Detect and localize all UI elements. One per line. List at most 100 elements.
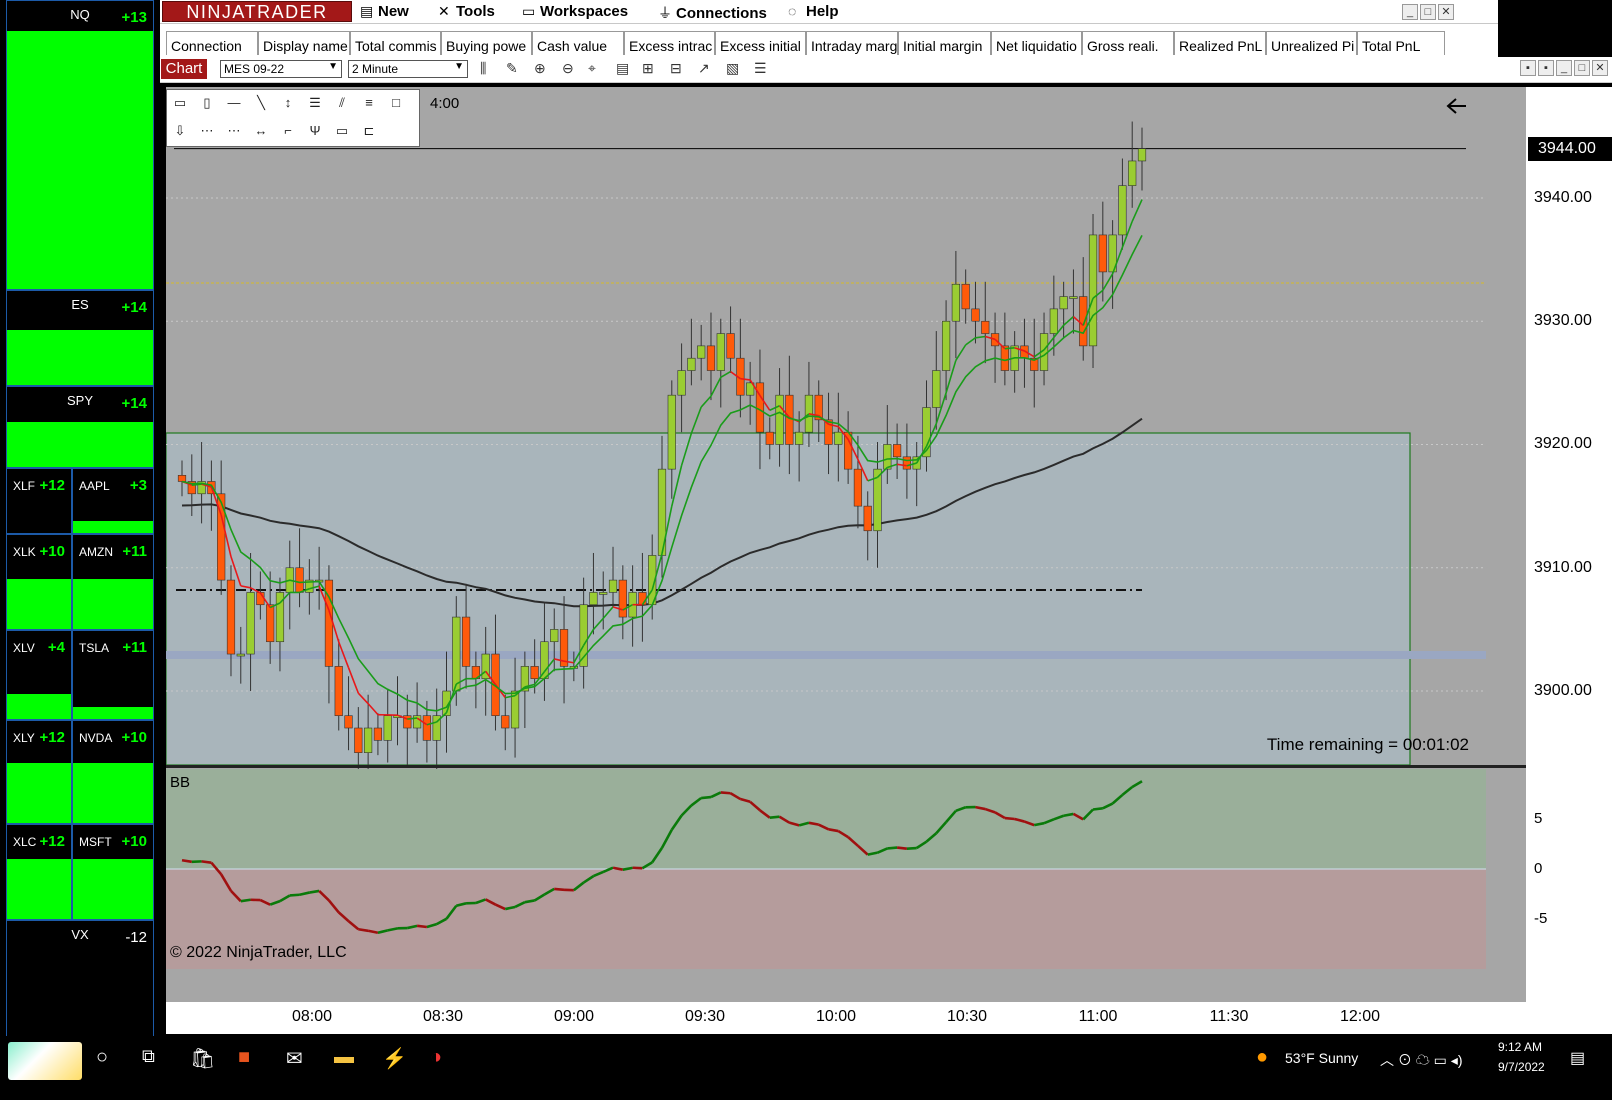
candle (638, 592, 647, 606)
zoom-out-icon[interactable]: ⊖ (562, 60, 574, 77)
price-chart[interactable]: Time remaining = 00:01:02 BB © 2022 NinjaT… (166, 87, 1526, 1031)
tile-msft[interactable]: MSFT +10 (72, 824, 154, 920)
draw-pencil-icon[interactable]: ✎ (506, 60, 518, 77)
window-option-button[interactable]: ▪ (1538, 60, 1554, 76)
indicator-tick-label: 5 (1534, 810, 1543, 827)
tile-nq[interactable]: NQ +13 (6, 0, 154, 182)
column-header[interactable]: Realized PnL (1174, 31, 1266, 55)
extended-line-icon[interactable]: ⋯ (223, 120, 245, 142)
tile-es[interactable]: ES +14 (6, 290, 154, 386)
tile-xlk[interactable]: XLK +10 (6, 534, 72, 630)
column-header[interactable]: Intraday marg (806, 31, 898, 55)
rectangle-icon[interactable]: □ (385, 92, 407, 114)
tile-nvda[interactable]: NVDA +10 (72, 720, 154, 824)
instrument-select[interactable]: MES 09-22 ▼ (220, 60, 342, 78)
region-icon[interactable]: ⋯ (196, 120, 218, 142)
channel-icon[interactable]: ⫽ (331, 92, 353, 114)
start-button[interactable] (8, 1042, 82, 1080)
properties-icon[interactable]: ▤ (616, 60, 629, 77)
bar-type-icon[interactable]: ⫼ (480, 60, 486, 77)
column-header[interactable]: Excess intrac (624, 31, 715, 55)
office-icon[interactable]: ■ (238, 1046, 250, 1069)
menu-new[interactable]: ▤ New (360, 3, 409, 20)
ray-icon[interactable]: ╲ (250, 92, 272, 114)
chart-panel[interactable]: Time remaining = 00:01:02 BB © 2022 NinjaT… (166, 87, 1526, 1031)
tile-spy[interactable]: SPY +14 (6, 386, 154, 468)
store-icon[interactable]: 🛍 (190, 1046, 215, 1071)
weather-text[interactable]: 53°F Sunny (1285, 1050, 1358, 1066)
tile-xlv[interactable]: XLV +4 (6, 630, 72, 720)
box-icon[interactable]: ▭ (331, 120, 353, 142)
tile-symbol: XLV (13, 641, 35, 655)
window-option-button[interactable]: ▪ (1520, 60, 1536, 76)
zoom-in-icon[interactable]: ⊕ (534, 60, 546, 77)
folder-icon[interactable]: ▬ (334, 1046, 354, 1069)
column-header[interactable]: Buying powe (441, 31, 532, 55)
horizontal-line-icon[interactable]: ↔ (250, 120, 272, 142)
pitchfork-icon[interactable]: Ψ (304, 120, 326, 142)
column-header[interactable]: Excess initial (715, 31, 806, 55)
interval-select[interactable]: 2 Minute ▼ (348, 60, 468, 78)
line-icon[interactable]: — (223, 92, 245, 114)
menu-tools[interactable]: ✕ Tools (438, 3, 495, 20)
minimize-button[interactable]: _ (1556, 60, 1572, 76)
column-header[interactable]: Gross reali. (1082, 31, 1174, 55)
tile-xlc[interactable]: XLC +12 (6, 824, 72, 920)
menu-workspaces[interactable]: ▭ Workspaces (522, 3, 628, 20)
column-header[interactable]: Cash value (532, 31, 624, 55)
search-icon[interactable]: ○ (96, 1046, 108, 1069)
close-button[interactable]: ✕ (1438, 4, 1454, 20)
time-axis[interactable]: 08:00 08:30 09:00 09:30 10:00 10:30 11:00 11:30… (166, 1002, 1612, 1034)
retracement-icon[interactable]: ≡ (358, 92, 380, 114)
vertical-line-icon[interactable]: ↕ (277, 92, 299, 114)
column-header[interactable]: Display name (258, 31, 350, 55)
column-header[interactable]: Total PnL (1357, 31, 1445, 55)
task-view-icon[interactable]: ⧉ (142, 1046, 155, 1067)
close-button[interactable]: ✕ (1592, 60, 1608, 76)
strategies-icon[interactable]: ↗ (698, 60, 710, 77)
time-remaining-text: Time remaining = 00:01:02 (1267, 735, 1469, 754)
back-arrow-icon (1446, 98, 1466, 114)
tile-tsla[interactable]: TSLA +11 (72, 630, 154, 720)
ninjatrader-taskbar-icon[interactable]: ⚡ (382, 1046, 407, 1071)
chart-tab[interactable]: Chart (161, 59, 207, 79)
fib-icon[interactable]: ☰ (304, 92, 326, 114)
column-header[interactable]: Total commis (350, 31, 441, 55)
maximize-button[interactable]: □ (1574, 60, 1590, 76)
bb-indicator-line (289, 893, 300, 897)
tile-xly[interactable]: XLY +12 (6, 720, 72, 824)
system-tray-icons[interactable]: ︿ ⊙ ☁ ▭ ◂) (1380, 1050, 1462, 1070)
indicators-icon[interactable]: ⊟ (670, 60, 682, 77)
column-header[interactable]: Unrealized Pi (1266, 31, 1357, 55)
templates-icon[interactable]: ▧ (726, 60, 739, 77)
candle (226, 579, 236, 655)
tile-xlf[interactable]: XLF +12 (6, 468, 72, 534)
minimize-button[interactable]: _ (1402, 4, 1418, 20)
tile-amzn[interactable]: AMZN +11 (72, 534, 154, 630)
tile-change: +10 (121, 729, 147, 746)
ruler-icon[interactable]: ▭ (169, 92, 191, 114)
clock-date[interactable]: 9/7/2022 (1498, 1060, 1545, 1074)
notifications-icon[interactable]: ▤ (1570, 1048, 1585, 1068)
tile-qqq[interactable]: QQQ+12 (6, 174, 154, 290)
clock-time[interactable]: 9:12 AM (1498, 1040, 1542, 1054)
tile-vx[interactable]: VX -12 (6, 920, 154, 1052)
menu-connections[interactable]: ⏚ Connections (658, 3, 767, 23)
text-icon[interactable]: ⊏ (358, 120, 380, 142)
info-icon[interactable]: ▯ (196, 92, 218, 114)
app-taskbar-icon[interactable]: ◑ (430, 1046, 442, 1069)
column-header[interactable]: Initial margin (898, 31, 991, 55)
mail-icon[interactable]: ✉ (286, 1046, 303, 1071)
path-icon[interactable]: ⌐ (277, 120, 299, 142)
tile-aapl[interactable]: AAPL +3 (72, 468, 154, 534)
list-icon[interactable]: ☰ (754, 60, 767, 77)
price-axis[interactable]: 3944.00 3940.00 3930.00 3920.00 3910.00 3900… (1526, 87, 1612, 1031)
column-header[interactable]: Net liquidatio (991, 31, 1082, 55)
arrow-down-icon[interactable]: ⇩ (169, 120, 191, 142)
maximize-button[interactable]: □ (1420, 4, 1436, 20)
menu-help[interactable]: ◌ Help (788, 3, 839, 20)
column-header[interactable]: Connection (166, 31, 258, 55)
indicator-tick-label: 0 (1534, 860, 1543, 877)
crosshair-icon[interactable]: ⌖ (588, 60, 596, 77)
data-box-icon[interactable]: ⊞ (642, 60, 654, 77)
